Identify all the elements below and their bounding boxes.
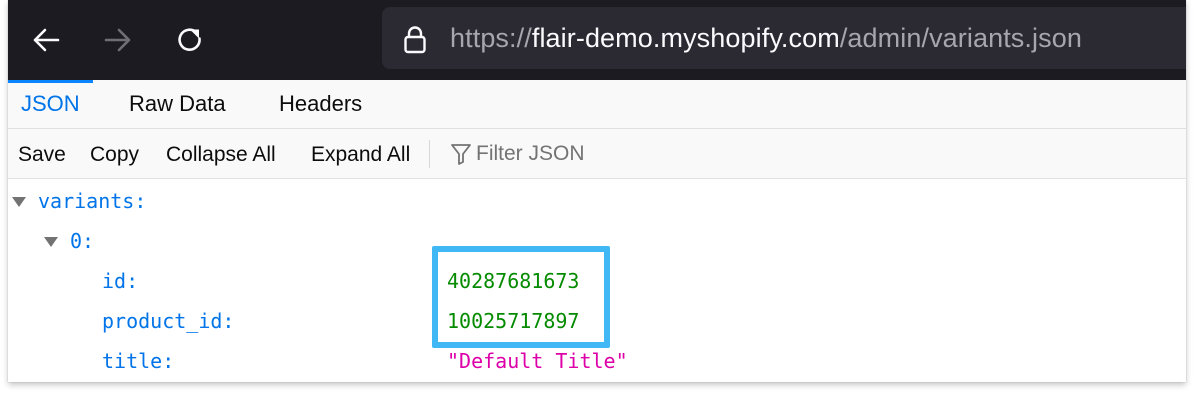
viewer-tabs: JSON Raw Data Headers [8,80,1186,129]
expand-triangle-icon[interactable] [44,236,58,248]
browser-toolbar: https://flair-demo.myshopify.com/admin/v… [8,0,1186,80]
tab-raw-data[interactable]: Raw Data [116,80,239,128]
arrow-left-icon [33,28,60,52]
json-tree: variants: 0: id: 40287681673 product_id:… [8,179,1186,382]
address-bar[interactable]: https://flair-demo.myshopify.com/admin/v… [382,7,1186,69]
arrow-right-icon [104,28,131,52]
reload-icon [178,28,201,51]
expand-all-button[interactable]: Expand All [311,129,410,178]
json-value: "Default Title" [447,349,628,373]
json-key: product_id: [102,309,235,333]
tab-headers[interactable]: Headers [266,80,375,128]
json-key: id: [102,269,139,293]
expand-triangle-icon[interactable] [12,196,26,208]
tree-row-title[interactable]: title: "Default Title" [8,341,1186,381]
collapse-all-button[interactable]: Collapse All [166,129,276,178]
tree-row-item-0[interactable]: 0: [8,221,1186,261]
json-value: 10025717897 [447,309,580,333]
toolbar-divider [429,140,430,168]
copy-button[interactable]: Copy [90,129,139,178]
url-path: /admin/variants.json [839,23,1082,53]
forward-button[interactable] [98,20,138,60]
back-button[interactable] [26,20,66,60]
tab-json[interactable]: JSON [8,80,93,128]
reload-button[interactable] [170,20,210,60]
url-scheme: https:// [450,23,532,53]
browser-window: https://flair-demo.myshopify.com/admin/v… [8,0,1186,382]
filter-json-input[interactable] [476,138,776,170]
json-key: variants: [38,189,147,213]
tree-row-variants[interactable]: variants: [8,181,1186,221]
lock-icon [404,26,426,54]
json-toolbar: Save Copy Collapse All Expand All [8,129,1186,179]
save-button[interactable]: Save [18,129,66,178]
json-key: 0: [70,229,95,253]
tree-row-id[interactable]: id: 40287681673 [8,261,1186,301]
tree-row-product-id[interactable]: product_id: 10025717897 [8,301,1186,341]
url-text: https://flair-demo.myshopify.com/admin/v… [450,20,1082,56]
filter-icon [451,144,471,165]
url-host: flair-demo.myshopify.com [531,23,840,53]
json-key: title: [102,349,175,373]
json-value: 40287681673 [447,269,580,293]
